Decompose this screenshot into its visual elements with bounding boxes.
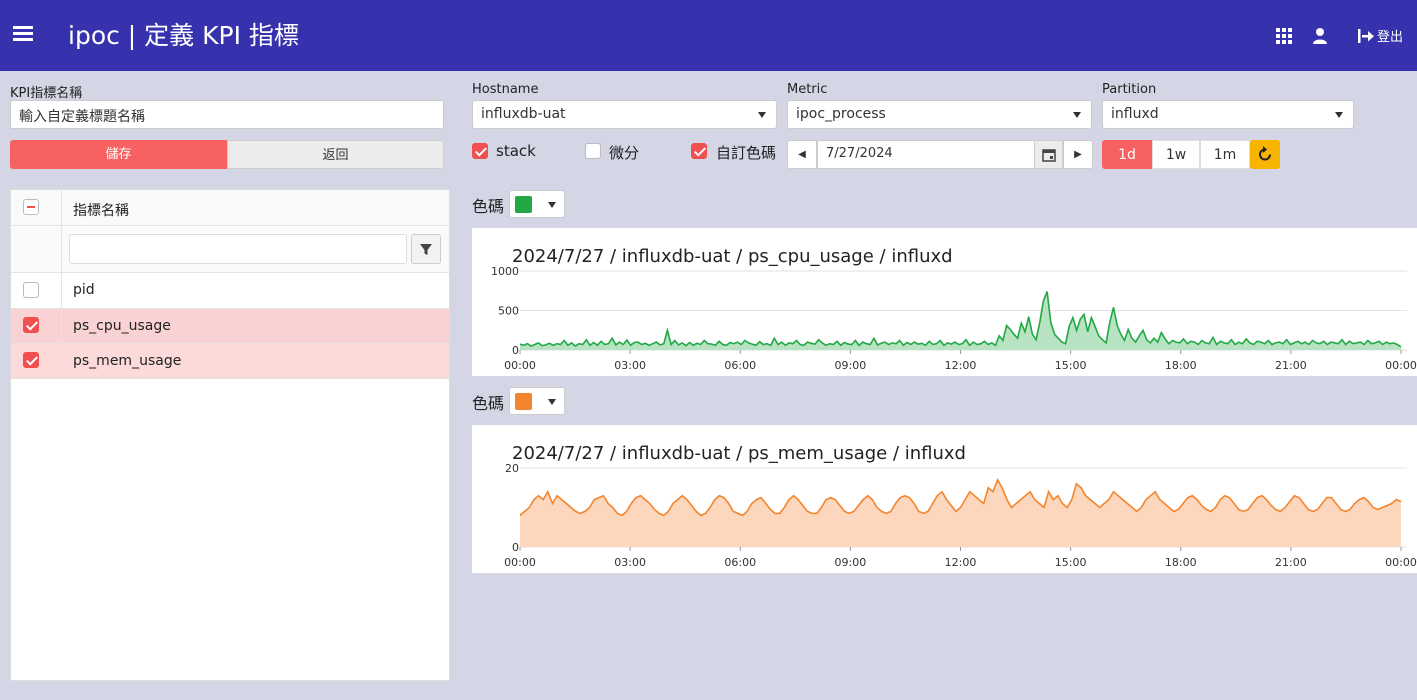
back-button[interactable]: 返回 [227, 140, 444, 169]
grid-row-ps-mem-usage[interactable]: ps_mem_usage [11, 344, 449, 379]
range-button-1d[interactable]: 1d [1102, 140, 1152, 169]
series-area [520, 479, 1401, 547]
logout-label[interactable]: 登出 [1377, 26, 1403, 45]
custom-color-checkbox[interactable] [691, 143, 707, 159]
grid-row-pid[interactable]: pid [11, 273, 449, 309]
partition-select[interactable]: influxd [1102, 100, 1354, 129]
kpi-metric-grid: 指標名稱 pid ps_cpu_usage ps_mem_usage [10, 189, 450, 681]
chevron-down-icon [1073, 112, 1081, 118]
y-tick-label: 0 [512, 344, 519, 357]
x-tick-label: 03:00 [614, 359, 646, 372]
calendar-button[interactable] [1034, 140, 1063, 169]
x-tick-label: 21:00 [1275, 556, 1307, 569]
x-tick-label: 21:00 [1275, 359, 1307, 372]
x-tick-label: 12:00 [945, 556, 977, 569]
color-label: 色碼 [472, 197, 505, 216]
grid-row-label: ps_mem_usage [73, 353, 182, 369]
x-tick-label: 00:00 [1385, 556, 1417, 569]
hamburger-menu-icon[interactable] [13, 26, 33, 44]
grid-column-divider [61, 190, 62, 379]
calendar-icon [1041, 149, 1056, 162]
page-title: ipoc | 定義 KPI 指標 [68, 21, 299, 50]
save-button[interactable]: 儲存 [10, 140, 227, 169]
series-line [519, 291, 1402, 348]
grid-row-label: pid [73, 282, 95, 298]
color-swatch [515, 393, 532, 410]
x-tick-label: 00:00 [1385, 359, 1417, 372]
refresh-icon [1259, 146, 1271, 161]
filter-button[interactable] [411, 234, 441, 264]
derivative-label: 微分 [609, 144, 640, 162]
x-tick-label: 00:00 [504, 359, 536, 372]
chevron-down-icon [548, 399, 556, 405]
kpi-name-label: KPI指標名稱 [10, 86, 83, 101]
refresh-button[interactable] [1250, 140, 1280, 169]
y-tick-label: 1000 [491, 265, 519, 278]
y-tick-label: 20 [505, 462, 519, 475]
filter-funnel-icon [420, 244, 432, 255]
date-input[interactable]: 7/27/2024 [817, 140, 1035, 169]
cpu-usage-chart: 2024/7/27 / influxdb-uat / ps_cpu_usage … [472, 228, 1417, 376]
custom-color-label: 自訂色碼 [716, 144, 777, 162]
x-tick-label: 09:00 [835, 359, 867, 372]
x-tick-label: 15:00 [1055, 556, 1087, 569]
grid-row-ps-cpu-usage[interactable]: ps_cpu_usage [11, 309, 449, 344]
x-tick-label: 12:00 [945, 359, 977, 372]
y-tick-label: 0 [512, 541, 519, 554]
color-picker-mem[interactable] [509, 387, 565, 415]
kpi-name-input[interactable]: 輸入自定義標題名稱 [10, 100, 444, 129]
x-tick-label: 03:00 [614, 556, 646, 569]
cpu-usage-chart-svg: 2024/7/27 / influxdb-uat / ps_cpu_usage … [491, 246, 1417, 372]
chart-title: 2024/7/27 / influxdb-uat / ps_cpu_usage … [512, 246, 953, 267]
chevron-down-icon [1335, 112, 1343, 118]
top-app-bar: ipoc | 定義 KPI 指標 登出 [0, 0, 1417, 71]
x-tick-label: 18:00 [1165, 556, 1197, 569]
hostname-label: Hostname [472, 82, 539, 97]
color-swatch [515, 196, 532, 213]
mem-usage-chart: 2024/7/27 / influxdb-uat / ps_mem_usage … [472, 425, 1417, 573]
select-all-checkbox[interactable] [23, 199, 39, 215]
partition-value: influxd [1111, 106, 1159, 122]
chart-title: 2024/7/27 / influxdb-uat / ps_mem_usage … [512, 443, 966, 464]
apps-grid-icon[interactable] [1274, 26, 1294, 46]
x-tick-label: 15:00 [1055, 359, 1087, 372]
x-tick-label: 06:00 [724, 359, 756, 372]
row-checkbox-ps-mem-usage[interactable] [23, 352, 39, 368]
grid-row-label: ps_cpu_usage [73, 318, 171, 334]
next-date-button[interactable]: ▶ [1063, 140, 1093, 169]
row-checkbox-pid[interactable] [23, 282, 39, 298]
logout-icon[interactable] [1356, 26, 1376, 46]
derivative-checkbox[interactable] [585, 143, 601, 159]
x-tick-label: 06:00 [724, 556, 756, 569]
y-tick-label: 500 [498, 305, 519, 318]
chevron-down-icon [758, 112, 766, 118]
color-picker-cpu[interactable] [509, 190, 565, 218]
grid-filter-row [11, 226, 449, 273]
color-label: 色碼 [472, 394, 505, 413]
partition-label: Partition [1102, 82, 1157, 97]
grid-header-row: 指標名稱 [11, 190, 449, 226]
range-button-1m[interactable]: 1m [1200, 140, 1250, 169]
grid-header-label: 指標名稱 [73, 203, 129, 219]
prev-date-button[interactable]: ◀ [787, 140, 817, 169]
stack-label: stack [496, 142, 536, 160]
x-tick-label: 00:00 [504, 556, 536, 569]
hostname-value: influxdb-uat [481, 106, 566, 122]
user-account-icon[interactable] [1310, 26, 1330, 46]
chevron-down-icon [548, 202, 556, 208]
x-tick-label: 18:00 [1165, 359, 1197, 372]
x-tick-label: 09:00 [835, 556, 867, 569]
stack-checkbox[interactable] [472, 143, 488, 159]
hostname-select[interactable]: influxdb-uat [472, 100, 777, 129]
metric-label: Metric [787, 82, 828, 97]
range-button-1w[interactable]: 1w [1152, 140, 1200, 169]
mem-usage-chart-svg: 2024/7/27 / influxdb-uat / ps_mem_usage … [504, 443, 1417, 569]
row-checkbox-ps-cpu-usage[interactable] [23, 317, 39, 333]
metric-value: ipoc_process [796, 106, 886, 122]
grid-filter-input[interactable] [69, 234, 407, 264]
metric-select[interactable]: ipoc_process [787, 100, 1092, 129]
